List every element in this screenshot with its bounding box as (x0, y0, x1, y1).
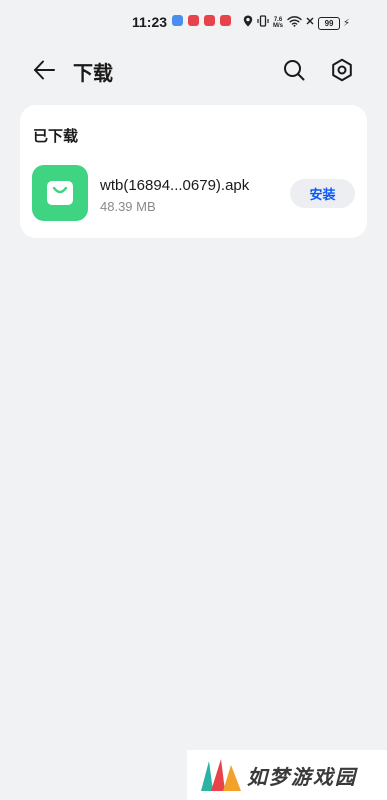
arrow-left-icon (34, 60, 55, 80)
search-icon (284, 60, 305, 81)
app-header: 下载 (0, 48, 387, 92)
page-title: 下载 (73, 63, 113, 85)
downloaded-card: 已下载 wtb(16894...0679).apk 48.39 MB 安装 (20, 105, 367, 238)
download-item[interactable]: wtb(16894...0679).apk 48.39 MB 安装 (20, 163, 367, 223)
location-icon (243, 14, 253, 32)
wifi-icon (287, 14, 302, 32)
notification-app-icon (188, 15, 199, 26)
battery-indicator: 99 (318, 16, 341, 30)
app-icon (32, 165, 88, 221)
watermark: 如梦游戏园 (187, 750, 387, 800)
watermark-text: 如梦游戏园 (247, 766, 357, 789)
notification-app-icon (172, 15, 183, 26)
file-name: wtb(16894...0679).apk (100, 177, 250, 194)
network-speed-unit: M/s (273, 23, 284, 29)
vibrate-icon (257, 14, 269, 32)
section-title: 已下载 (33, 128, 79, 145)
install-button[interactable]: 安装 (290, 179, 355, 208)
gear-icon (332, 58, 352, 82)
settings-button[interactable] (328, 56, 356, 84)
notification-icons (172, 15, 231, 26)
watermark-logo-icon (201, 759, 241, 791)
notification-app-icon (204, 15, 215, 26)
network-speed: 7.6 M/s (273, 17, 283, 29)
status-time: 11:23 (132, 14, 168, 30)
system-icons: 7.6 M/s 99 ⚡ (243, 14, 350, 32)
charging-icon: ⚡ (343, 17, 351, 29)
shopping-bag-icon (47, 181, 73, 205)
no-signal-icon (306, 14, 314, 32)
status-bar: 11:23 7.6 M/s 99 ⚡ (0, 0, 387, 44)
search-button[interactable] (280, 56, 308, 84)
notification-app-icon (220, 15, 231, 26)
back-button[interactable] (30, 56, 58, 84)
file-size: 48.39 MB (100, 199, 156, 214)
